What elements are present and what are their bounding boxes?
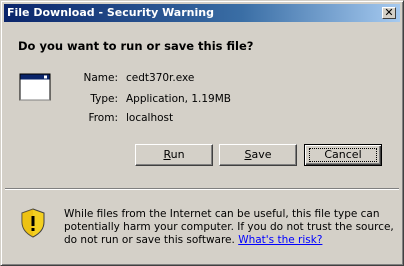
divider: [5, 188, 399, 190]
warning-text: While files from the Internet can be use…: [64, 208, 394, 246]
whats-the-risk-link[interactable]: What's the risk?: [238, 234, 322, 246]
file-name-row: Name: cedt370r.exe: [1, 72, 404, 86]
security-warning-message: While files from the Internet can be use…: [64, 208, 394, 247]
close-icon: ✕: [384, 6, 394, 19]
file-type-label: Type:: [90, 93, 118, 105]
file-source-label: From:: [88, 112, 118, 124]
save-button[interactable]: Save: [219, 144, 297, 166]
cancel-button[interactable]: Cancel: [304, 144, 382, 166]
security-shield-icon: [21, 208, 45, 238]
file-source-row: From: localhost: [1, 112, 404, 126]
file-type-value: Application, 1.19MB: [126, 93, 231, 105]
cancel-button-label: Cancel: [324, 148, 362, 161]
title-bar[interactable]: File Download - Security Warning ✕: [4, 4, 400, 22]
window-title: File Download - Security Warning: [7, 6, 214, 19]
file-name-value: cedt370r.exe: [126, 72, 195, 84]
run-button[interactable]: Run: [135, 144, 213, 166]
file-name-label: Name:: [83, 72, 118, 84]
run-button-label: Run: [163, 148, 185, 161]
file-source-value: localhost: [126, 112, 174, 124]
security-warning-dialog: File Download - Security Warning ✕ Do yo…: [0, 0, 404, 266]
close-button[interactable]: ✕: [382, 6, 396, 19]
file-type-row: Type: Application, 1.19MB: [1, 93, 404, 107]
prompt-question: Do you want to run or save this file?: [18, 39, 254, 53]
save-button-label: Save: [244, 148, 272, 161]
